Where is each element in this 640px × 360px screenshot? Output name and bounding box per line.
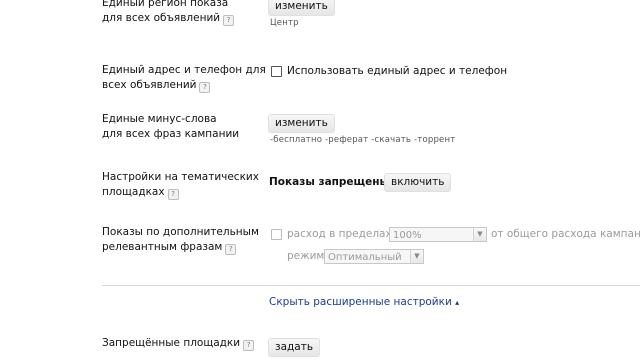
thematic-status: Показы запрещены — [269, 176, 390, 188]
region-value: Центр — [270, 18, 299, 28]
additional-phrases-label: Показы по дополнительным релевантным фра… — [102, 225, 262, 255]
change-region-button[interactable]: изменить — [268, 0, 335, 16]
change-minus-words-button[interactable]: изменить — [268, 114, 335, 133]
campaign-settings-page: Единый регион показа для всех объявлений… — [0, 0, 640, 360]
help-icon[interactable]: ? — [225, 244, 237, 255]
spend-limit-label: расход в пределах — [287, 228, 392, 240]
help-icon[interactable]: ? — [223, 15, 235, 26]
spend-limit-checkbox[interactable] — [271, 229, 282, 240]
additional-phrases-label-line1: Показы по дополнительным — [102, 226, 259, 238]
chevron-down-icon: ▼ — [473, 228, 486, 241]
spend-suffix: от общего расхода кампании — [491, 228, 640, 240]
thematic-label-line1: Настройки на тематических — [102, 171, 259, 183]
chevron-down-icon: ▼ — [410, 250, 423, 263]
minus-words-value: -бесплатно -реферат -скачать -торрент — [270, 135, 456, 145]
thematic-label: Настройки на тематических площадках? — [102, 170, 262, 200]
mode-label: режим — [287, 250, 325, 262]
use-common-address-label[interactable]: Использовать единый адрес и телефон — [287, 64, 507, 78]
section-divider — [102, 285, 640, 286]
region-label-line2: для всех объявлений? — [102, 11, 262, 26]
thematic-label-line2: площадках? — [102, 185, 262, 200]
help-icon[interactable]: ? — [199, 82, 211, 93]
address-label-line1: Единый адрес и телефон для — [102, 64, 266, 76]
minus-words-label-line2: для всех фраз кампании — [102, 128, 240, 140]
set-forbidden-button[interactable]: задать — [268, 338, 321, 357]
forbidden-label: Запрещённые площадки? — [102, 336, 272, 351]
address-label-line2: всех объявлений? — [102, 78, 267, 93]
region-label: Единый регион показа для всех объявлений… — [102, 0, 262, 26]
help-icon[interactable]: ? — [243, 340, 255, 351]
mode-select[interactable]: Оптимальный ▼ — [324, 249, 424, 264]
caret-up-icon: ▴ — [455, 298, 460, 307]
address-label: Единый адрес и телефон для всех объявлен… — [102, 63, 267, 93]
hide-advanced-settings-link[interactable]: Скрыть расширенные настройки ▴ — [269, 296, 459, 308]
help-icon[interactable]: ? — [167, 189, 179, 200]
spend-percent-value: 100% — [393, 230, 422, 241]
enable-thematic-button[interactable]: включить — [384, 173, 452, 192]
minus-words-label-line1: Единые минус-слова — [102, 113, 217, 125]
mode-value: Оптимальный — [328, 252, 402, 263]
region-label-line1: Единый регион показа — [102, 0, 229, 9]
additional-phrases-label-line2: релевантным фразам? — [102, 240, 262, 255]
use-common-address-checkbox[interactable] — [271, 66, 282, 77]
spend-percent-select[interactable]: 100% ▼ — [389, 227, 487, 242]
minus-words-label: Единые минус-слова для всех фраз кампани… — [102, 112, 262, 142]
